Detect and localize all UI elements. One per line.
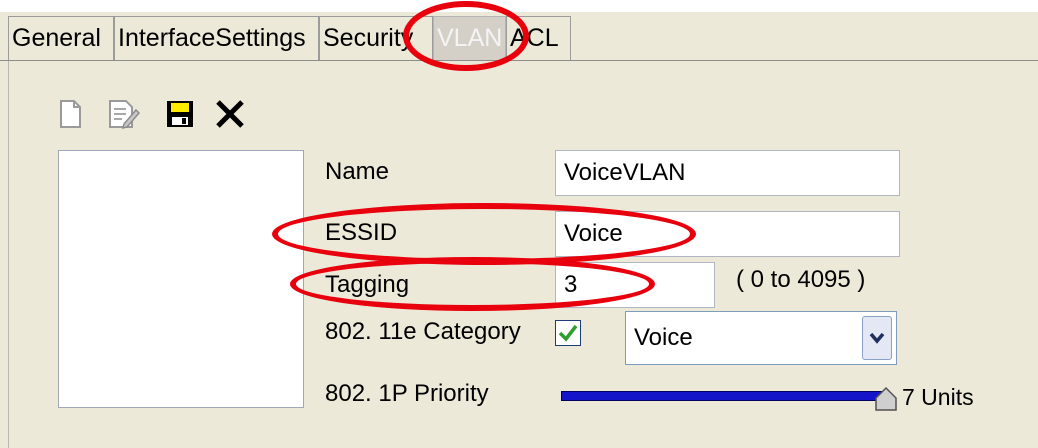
chevron-down-icon	[869, 332, 885, 344]
priority-label: 802. 1P Priority	[325, 380, 489, 407]
priority-value: 7 Units	[902, 384, 974, 410]
edit-icon[interactable]	[104, 96, 141, 132]
name-label: Name	[325, 158, 390, 185]
highlight-oval-tagging	[290, 257, 655, 311]
tab-general[interactable]: General	[8, 16, 114, 60]
highlight-oval-essid	[272, 203, 696, 265]
category-select-value: Voice	[634, 324, 693, 351]
panel-border	[8, 61, 9, 448]
new-document-icon[interactable]	[52, 96, 88, 132]
delete-icon[interactable]	[212, 96, 248, 132]
category-select[interactable]: Voice	[625, 311, 897, 365]
checkmark-icon	[558, 324, 578, 342]
vlan-list[interactable]	[58, 150, 304, 408]
name-field[interactable]: VoiceVLAN	[555, 150, 900, 196]
category-checkbox[interactable]	[555, 320, 581, 346]
tab-interface-settings[interactable]: InterfaceSettings	[114, 16, 319, 60]
priority-slider-thumb[interactable]	[874, 386, 898, 412]
save-icon[interactable]	[162, 96, 198, 132]
tagging-range-label: ( 0 to 4095 )	[736, 266, 866, 293]
category-label: 802. 11e Category	[325, 318, 521, 345]
category-dropdown-button[interactable]	[862, 316, 892, 360]
priority-slider[interactable]	[561, 391, 886, 401]
highlight-oval-vlan	[403, 1, 529, 71]
